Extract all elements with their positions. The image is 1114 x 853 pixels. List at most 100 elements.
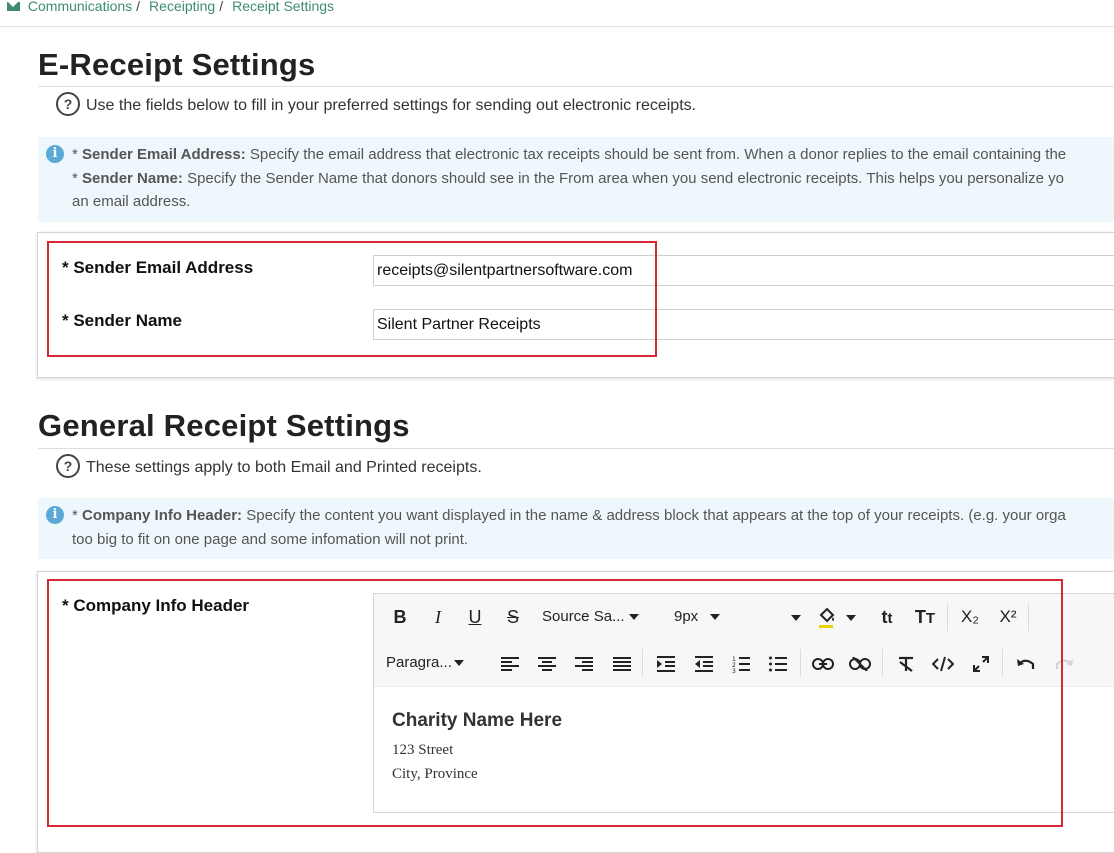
title-divider (38, 86, 1114, 87)
align-justify-button[interactable] (610, 640, 634, 686)
ereceipt-help: ? Use the fields below to fill in your pr… (56, 92, 697, 118)
breadcrumb-separator: / (219, 0, 224, 14)
clear-format-icon (899, 657, 913, 673)
toolbar-separator (800, 649, 801, 677)
company-info-header-label: * Company Info Header (62, 596, 250, 615)
align-center-icon (538, 657, 556, 672)
redo-button[interactable] (1052, 640, 1076, 686)
sender-name-label: * Sender Name (62, 311, 182, 330)
expand-icon (973, 656, 989, 673)
ordered-list-button[interactable]: 123 (729, 640, 753, 686)
sender-email-input[interactable] (373, 255, 1114, 286)
ereceipt-title: E-Receipt Settings (38, 47, 316, 82)
code-icon (931, 656, 955, 672)
align-center-button[interactable] (535, 640, 559, 686)
svg-text:3: 3 (732, 668, 736, 673)
link-icon (812, 658, 834, 671)
editor-toolbar-row-1: B I U S Source Sa... 9px tt TT X₂ X² (374, 594, 1114, 641)
general-help: ? These settings apply to both Email and … (56, 454, 482, 480)
question-icon: ? (56, 92, 80, 116)
undo-button[interactable] (1014, 640, 1038, 686)
font-size-select[interactable]: 9px (674, 594, 734, 640)
info-label: Sender Name: (82, 169, 183, 187)
fullscreen-button[interactable] (969, 640, 993, 686)
content-heading: Charity Name Here (392, 710, 563, 731)
align-justify-icon (613, 657, 631, 672)
content-line: City, Province (392, 766, 478, 782)
question-icon: ? (56, 454, 80, 478)
breadcrumb-communications[interactable]: Communications (28, 0, 132, 14)
outdent-button[interactable] (692, 640, 716, 686)
strikethrough-button[interactable]: S (501, 594, 525, 640)
indent-icon (657, 656, 675, 673)
general-info-panel: i * Company Info Header: Specify the con… (38, 498, 1114, 559)
info-text: too big to fit on one page and some info… (72, 530, 469, 548)
editor-content[interactable]: Charity Name Here 123 Street City, Provi… (392, 710, 562, 786)
info-text: Specify the content you want displayed i… (246, 507, 1066, 524)
breadcrumb-receipt-settings[interactable]: Receipt Settings (232, 0, 334, 14)
indent-button[interactable] (654, 640, 678, 686)
chevron-down-icon (710, 614, 721, 621)
toolbar-separator (1002, 649, 1003, 677)
chevron-down-icon (628, 614, 639, 621)
undo-icon (1017, 659, 1035, 670)
toolbar-separator (1028, 603, 1029, 631)
ereceipt-card: * Sender Email Address * Sender Name (37, 232, 1114, 378)
info-label: Company Info Header: (82, 507, 243, 524)
info-text: an email address. (72, 193, 191, 210)
font-family-select[interactable]: Source Sa... (542, 594, 650, 640)
font-size-value: 9px (674, 608, 699, 625)
chevron-down-icon (453, 660, 464, 667)
title-divider (38, 448, 1114, 449)
align-left-button[interactable] (498, 640, 522, 686)
info-label: Sender Email Address: (82, 146, 246, 163)
ereceipt-info-panel: i * Sender Email Address: Specify the em… (38, 137, 1114, 222)
font-family-value: Source Sa... (542, 608, 625, 625)
breadcrumb-separator: / (136, 0, 141, 14)
redo-icon (1055, 659, 1073, 670)
paragraph-format-value: Paragra... (386, 654, 452, 671)
text-color-dropdown[interactable] (784, 594, 804, 640)
bold-button[interactable]: B (388, 594, 412, 640)
paragraph-format-select[interactable]: Paragra... (386, 640, 476, 686)
outdent-icon (695, 656, 713, 673)
breadcrumb-receipting[interactable]: Receipting (149, 0, 215, 14)
content-line: 123 Street (392, 742, 454, 758)
ereceipt-help-text: Use the fields below to fill in your pre… (86, 97, 697, 115)
envelope-icon (7, 2, 20, 11)
info-icon: i (46, 506, 64, 524)
insert-link-button[interactable] (810, 640, 836, 686)
info-text: Specify the Sender Name that donors shou… (187, 169, 1064, 187)
remove-link-button[interactable] (847, 640, 873, 686)
unordered-list-button[interactable] (766, 640, 790, 686)
info-text: Specify the email address that electroni… (249, 146, 1067, 163)
underline-button[interactable]: U (463, 594, 487, 640)
chevron-down-icon (791, 615, 801, 622)
editor-toolbar-row-2: Paragra... 123 (374, 640, 1114, 687)
toolbar-separator (882, 649, 883, 677)
align-left-icon (501, 657, 519, 672)
unlink-icon (849, 656, 871, 672)
clear-formatting-button[interactable] (894, 640, 918, 686)
subscript-button[interactable]: X₂ (956, 594, 984, 640)
general-title: General Receipt Settings (38, 408, 410, 443)
code-view-button[interactable] (930, 640, 956, 686)
toolbar-separator (642, 649, 643, 677)
superscript-button[interactable]: X² (994, 594, 1022, 640)
ordered-list-icon: 123 (732, 656, 750, 675)
italic-button[interactable]: I (426, 594, 450, 640)
sender-name-input[interactable] (373, 309, 1114, 340)
bullet-list-icon (769, 656, 787, 672)
paint-bucket-icon (819, 607, 856, 629)
toolbar-separator (947, 603, 948, 631)
uppercase-button[interactable]: TT (912, 594, 938, 640)
lowercase-button[interactable]: tt (874, 594, 900, 640)
general-card: * Company Info Header B I U S Source Sa.… (37, 571, 1114, 853)
highlight-color-button[interactable] (815, 594, 859, 640)
info-icon: i (46, 145, 64, 163)
align-right-icon (575, 657, 593, 672)
align-right-button[interactable] (572, 640, 596, 686)
rich-text-editor[interactable]: B I U S Source Sa... 9px tt TT X₂ X² Par… (373, 593, 1114, 813)
breadcrumb: Communications / Receipting / Receipt Settin… (0, 0, 1114, 27)
general-help-text: These settings apply to both Email and P… (86, 459, 482, 477)
